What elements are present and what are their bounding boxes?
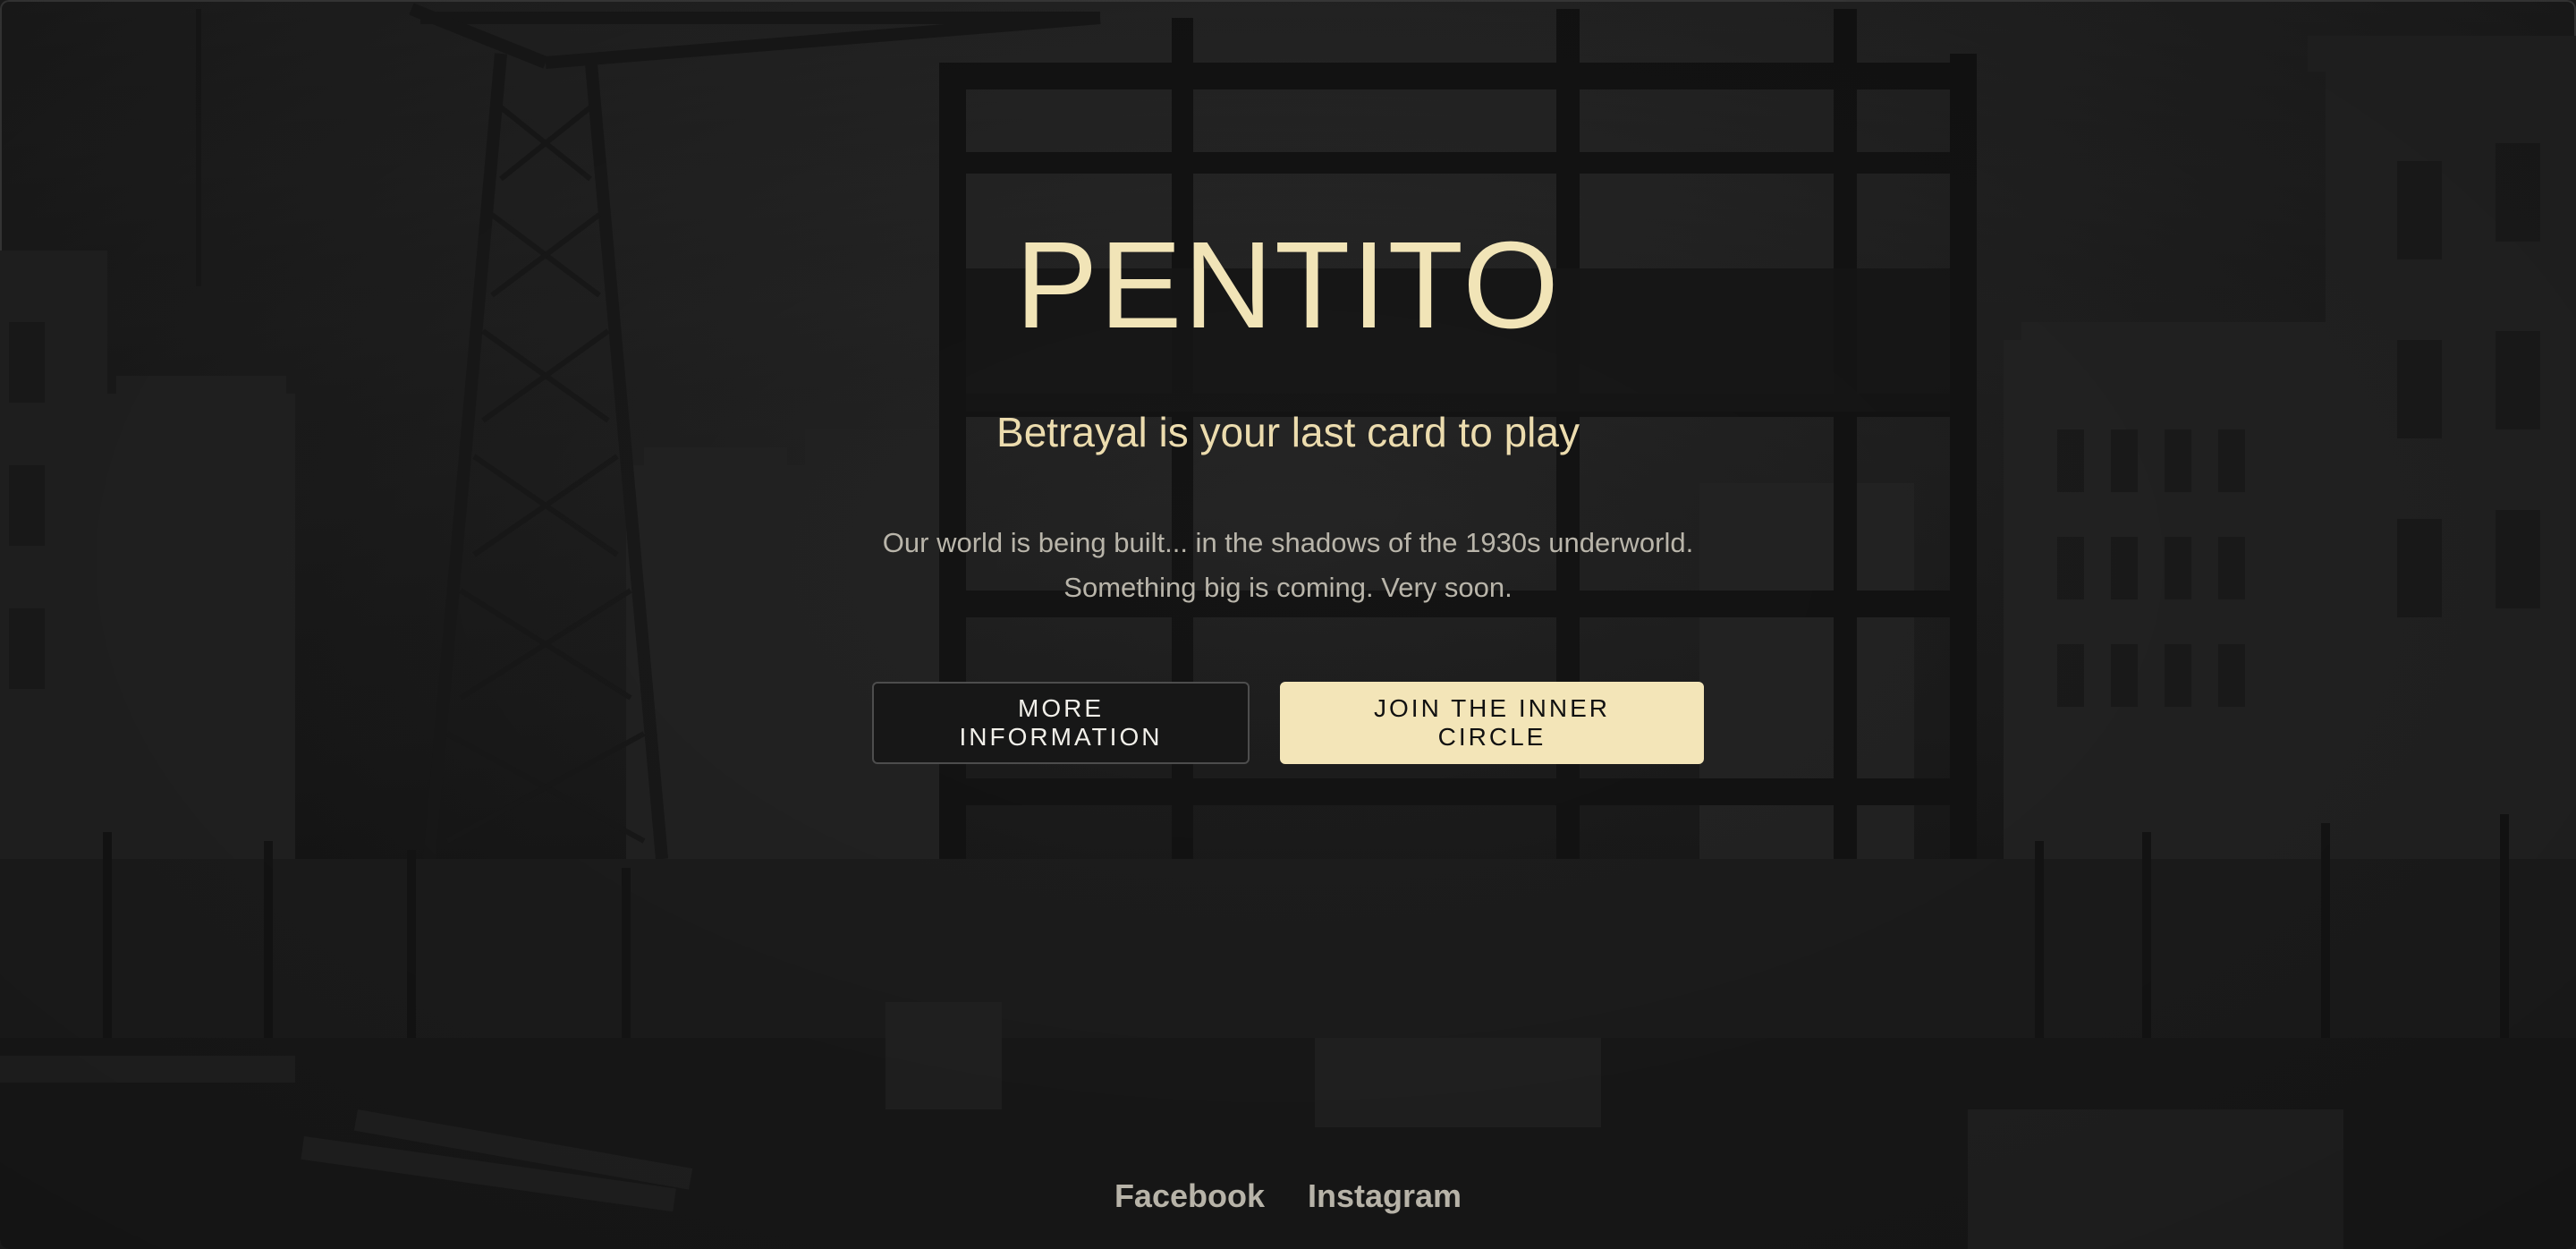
page-frame: PENTITO Betrayal is your last card to pl… bbox=[0, 0, 2576, 1249]
description-line: Something big is coming. Very soon. bbox=[1063, 572, 1513, 603]
tagline: Betrayal is your last card to play bbox=[996, 409, 1580, 455]
join-inner-circle-button[interactable]: JOIN THE INNER CIRCLE bbox=[1280, 682, 1704, 764]
hero-description: Our world is being built... in the shado… bbox=[0, 521, 2576, 610]
description-line: Our world is being built... in the shado… bbox=[882, 527, 1694, 558]
more-information-button[interactable]: MORE INFORMATION bbox=[872, 682, 1250, 764]
page-title: PENTITO bbox=[1015, 217, 1561, 354]
hero-actions: MORE INFORMATION JOIN THE INNER CIRCLE bbox=[0, 682, 2576, 764]
facebook-link[interactable]: Facebook bbox=[1114, 1177, 1265, 1215]
social-links: Facebook Instagram bbox=[0, 1177, 2576, 1215]
instagram-link[interactable]: Instagram bbox=[1308, 1177, 1462, 1215]
hero-section: PENTITO Betrayal is your last card to pl… bbox=[0, 224, 2576, 764]
